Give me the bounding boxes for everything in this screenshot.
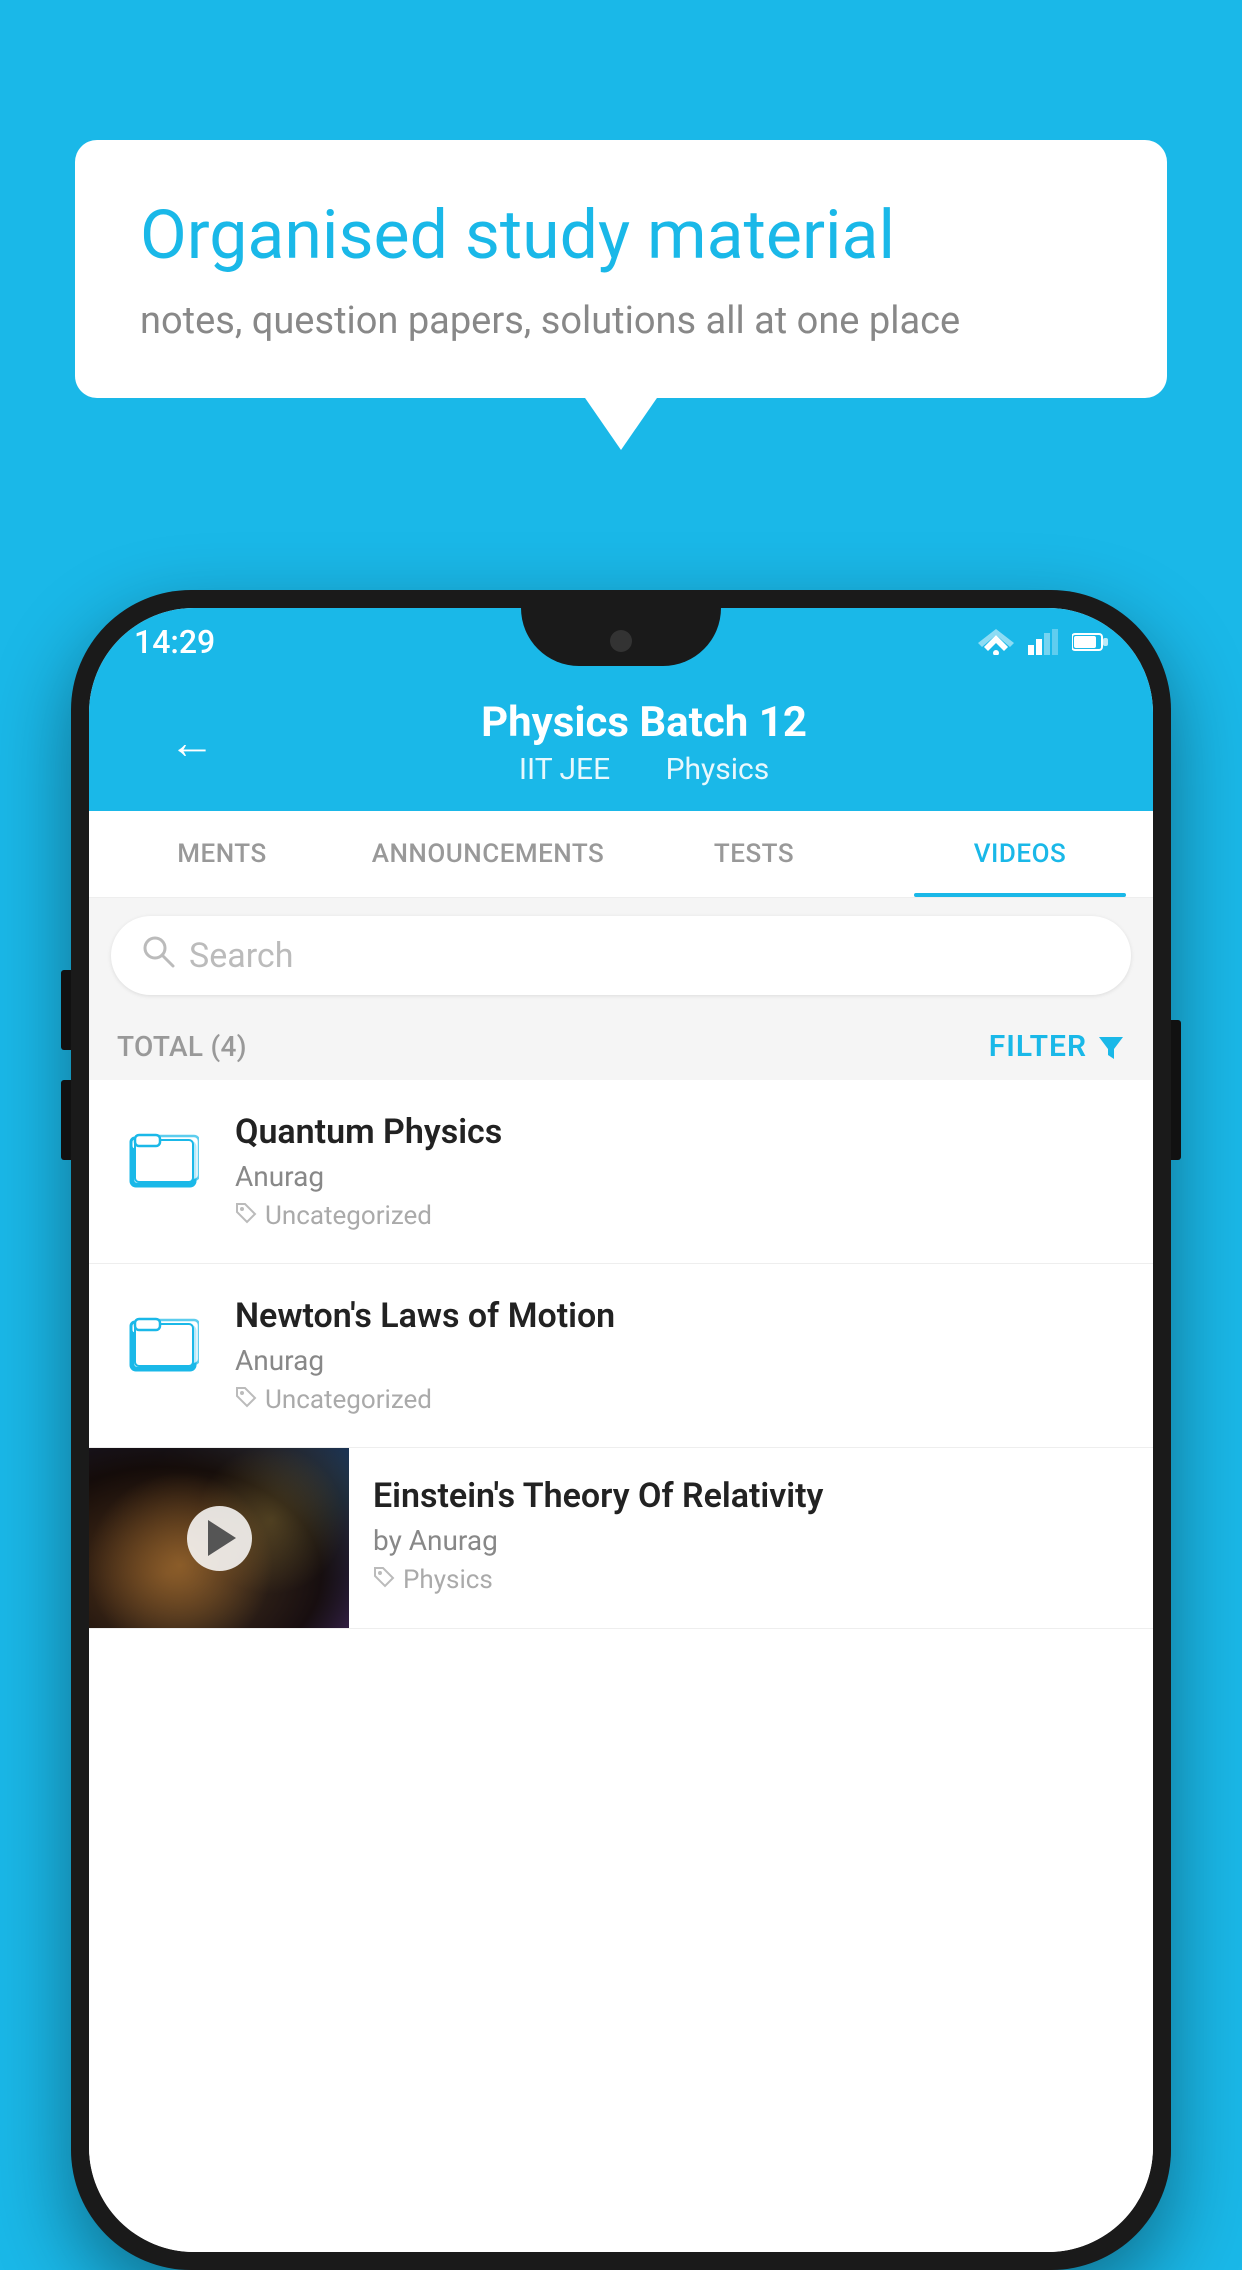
- filter-label: FILTER: [989, 1029, 1087, 1064]
- video-info: Einstein's Theory Of Relativity by Anura…: [349, 1448, 1153, 1623]
- header-title-area: ← Physics Batch 12 IIT JEE Physics: [89, 698, 1153, 787]
- folder-icon: [119, 1296, 207, 1384]
- nav-tabs: MENTS ANNOUNCEMENTS TESTS VIDEOS: [89, 811, 1153, 898]
- app-header: ← Physics Batch 12 IIT JEE Physics: [89, 676, 1153, 811]
- front-camera: [610, 630, 632, 652]
- tag-label: Uncategorized: [265, 1385, 432, 1415]
- header-title: Physics Batch 12: [215, 698, 1073, 747]
- header-subtitle: IIT JEE Physics: [215, 752, 1073, 787]
- status-time: 14:29: [134, 623, 215, 661]
- side-button-vol-up: [61, 970, 71, 1050]
- filter-button[interactable]: FILTER: [989, 1029, 1125, 1064]
- back-button[interactable]: ←: [169, 715, 215, 770]
- item-info: Quantum Physics Anurag Uncategorized: [235, 1112, 1123, 1231]
- tag-icon: [373, 1565, 395, 1595]
- item-title: Quantum Physics: [235, 1112, 1123, 1152]
- item-author: Anurag: [235, 1160, 1123, 1193]
- filter-funnel-icon: [1097, 1033, 1125, 1061]
- speech-bubble-title: Organised study material: [140, 195, 1102, 277]
- filter-total: TOTAL (4): [117, 1030, 247, 1063]
- phone-frame: 14:29: [71, 590, 1171, 2270]
- tag-icon: [235, 1201, 257, 1231]
- signal-icon: [1028, 629, 1058, 655]
- side-button-vol-down: [61, 1080, 71, 1160]
- tag-icon: [235, 1385, 257, 1415]
- video-author: by Anurag: [373, 1524, 1129, 1557]
- filter-bar: TOTAL (4) FILTER: [89, 1013, 1153, 1080]
- search-bar[interactable]: Search: [111, 916, 1131, 995]
- search-bar-container: Search: [89, 898, 1153, 1013]
- tag-label: Uncategorized: [265, 1201, 432, 1231]
- list-item[interactable]: Newton's Laws of Motion Anurag Uncategor…: [89, 1264, 1153, 1448]
- header-subtitle-part2: Physics: [666, 752, 770, 787]
- video-tag: Physics: [373, 1565, 1129, 1595]
- phone-notch: [521, 608, 721, 666]
- speech-bubble: Organised study material notes, question…: [75, 140, 1167, 398]
- tag-label: Physics: [403, 1565, 493, 1595]
- list-item-video[interactable]: Einstein's Theory Of Relativity by Anura…: [89, 1448, 1153, 1629]
- item-title: Newton's Laws of Motion: [235, 1296, 1123, 1336]
- tab-ments[interactable]: MENTS: [89, 811, 355, 897]
- item-tag: Uncategorized: [235, 1201, 1123, 1231]
- search-icon: [141, 934, 175, 977]
- tab-tests[interactable]: TESTS: [621, 811, 887, 897]
- speech-bubble-container: Organised study material notes, question…: [75, 140, 1167, 398]
- battery-icon: [1072, 632, 1108, 652]
- folder-icon: [119, 1112, 207, 1200]
- tab-announcements[interactable]: ANNOUNCEMENTS: [355, 811, 621, 897]
- item-tag: Uncategorized: [235, 1385, 1123, 1415]
- list-item[interactable]: Quantum Physics Anurag Uncategorized: [89, 1080, 1153, 1264]
- item-info: Newton's Laws of Motion Anurag Uncategor…: [235, 1296, 1123, 1415]
- tab-videos[interactable]: VIDEOS: [887, 811, 1153, 897]
- search-placeholder: Search: [189, 936, 293, 976]
- phone-screen: 14:29: [89, 608, 1153, 2252]
- speech-bubble-subtitle: notes, question papers, solutions all at…: [140, 299, 1102, 343]
- video-title: Einstein's Theory Of Relativity: [373, 1476, 1129, 1516]
- item-author: Anurag: [235, 1344, 1123, 1377]
- status-icons: [978, 629, 1108, 655]
- video-thumbnail: [89, 1448, 349, 1628]
- header-subtitle-part1: IIT JEE: [519, 752, 610, 787]
- play-button[interactable]: [187, 1506, 252, 1571]
- wifi-icon: [978, 629, 1014, 655]
- content-list: Quantum Physics Anurag Uncategorized: [89, 1080, 1153, 2252]
- side-button-power: [1171, 1020, 1181, 1160]
